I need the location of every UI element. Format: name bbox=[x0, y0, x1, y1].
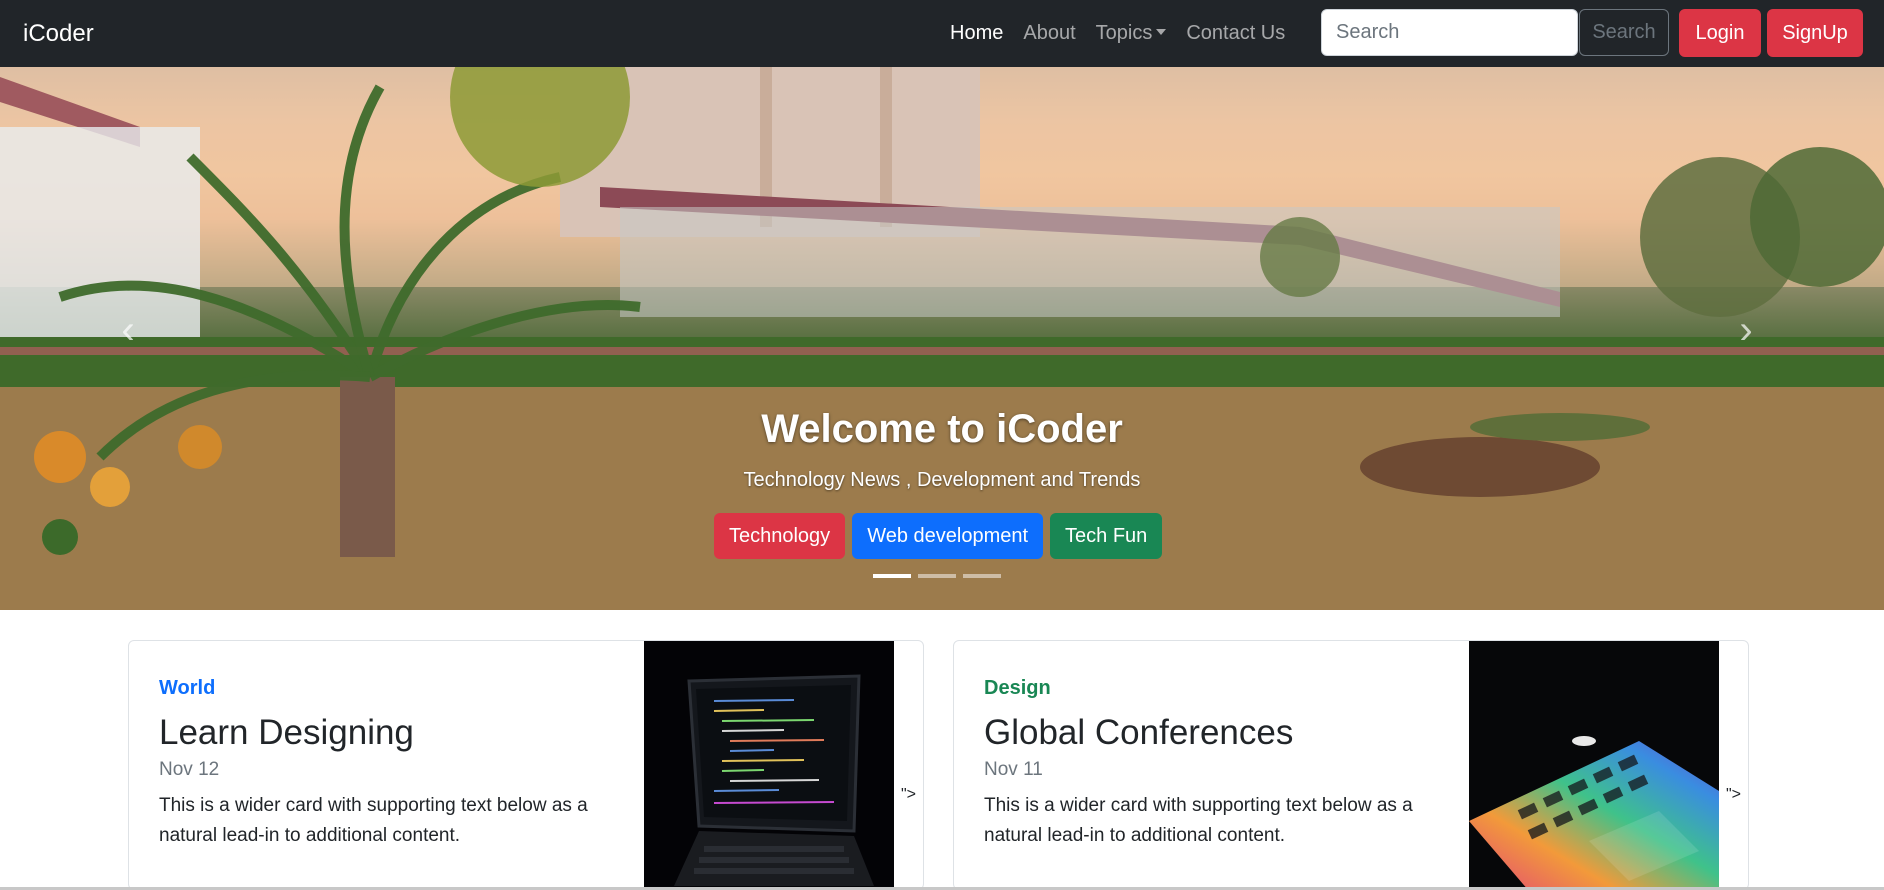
hero-title: Welcome to iCoder bbox=[761, 407, 1123, 451]
card-stray-text: "> bbox=[1726, 786, 1742, 803]
hero-carousel: ‹ › Welcome to iCoder Technology News , … bbox=[0, 67, 1884, 610]
card-image-laptop-code bbox=[644, 641, 894, 889]
carousel-indicator-1[interactable] bbox=[873, 574, 911, 578]
card-title: Global Conferences bbox=[984, 713, 1294, 752]
web-development-button[interactable]: Web development bbox=[852, 513, 1044, 559]
article-card-global-conferences: Design Global Conferences Nov 11 This is… bbox=[953, 640, 1749, 890]
nav-links: Home About Topics Contact Us bbox=[950, 0, 1305, 67]
carousel-indicators bbox=[873, 574, 1001, 578]
search-button[interactable]: Search bbox=[1579, 9, 1669, 56]
carousel-indicator-2[interactable] bbox=[918, 574, 956, 578]
nav-link-topics-label: Topics bbox=[1095, 22, 1153, 44]
brand-logo[interactable]: iCoder bbox=[23, 0, 94, 67]
card-date: Nov 12 bbox=[159, 759, 220, 780]
login-button[interactable]: Login bbox=[1679, 9, 1761, 57]
nav-link-topics[interactable]: Topics bbox=[1096, 22, 1167, 45]
nav-link-about[interactable]: About bbox=[1023, 22, 1075, 45]
card-stray-text: "> bbox=[901, 786, 917, 803]
card-title: Learn Designing bbox=[159, 713, 414, 752]
carousel-indicator-3[interactable] bbox=[963, 574, 1001, 578]
navbar: iCoder Home About Topics Contact Us Sear… bbox=[0, 0, 1884, 67]
nav-link-contact[interactable]: Contact Us bbox=[1186, 22, 1285, 45]
hero-subtitle: Technology News , Development and Trends bbox=[743, 469, 1141, 491]
card-image-laptop-rainbow bbox=[1469, 641, 1719, 889]
caret-down-icon bbox=[1156, 28, 1167, 35]
card-text: This is a wider card with supporting tex… bbox=[984, 795, 1413, 846]
article-card-learn-designing: World Learn Designing Nov 12 This is a w… bbox=[128, 640, 924, 890]
card-category: World bbox=[159, 677, 216, 699]
card-text: This is a wider card with supporting tex… bbox=[159, 795, 588, 846]
signup-button[interactable]: SignUp bbox=[1767, 9, 1863, 57]
search-input[interactable] bbox=[1321, 9, 1578, 56]
card-date: Nov 11 bbox=[984, 759, 1043, 780]
carousel-next-button[interactable]: › bbox=[1726, 310, 1766, 350]
carousel-prev-button[interactable]: ‹ bbox=[108, 310, 148, 350]
hero-button-group: Technology Web development Tech Fun bbox=[714, 513, 1163, 559]
card-category: Design bbox=[984, 677, 1051, 699]
tech-fun-button[interactable]: Tech Fun bbox=[1050, 513, 1163, 559]
technology-button[interactable]: Technology bbox=[714, 513, 846, 559]
nav-link-home[interactable]: Home bbox=[950, 22, 1003, 45]
